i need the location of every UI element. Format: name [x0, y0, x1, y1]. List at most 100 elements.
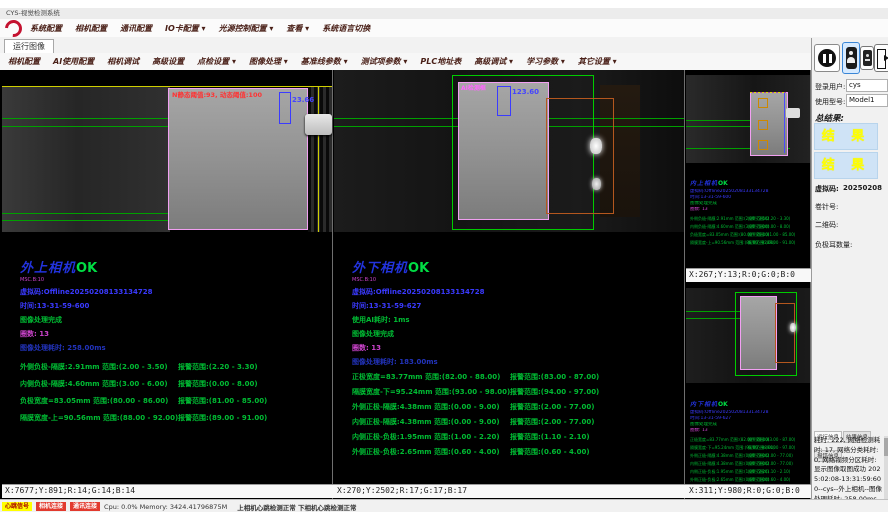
pause-button[interactable]	[814, 44, 840, 72]
left-camera-ok: OK	[76, 261, 97, 276]
thumb-bottom-text: 内下相机OK 虚拟码:Offline20250208133134728 时间:1…	[690, 391, 808, 483]
measurement-row: 负极宽度=83.05mm 范围:(80.00 - 86.00)报警范围:(81.…	[20, 396, 330, 406]
thumb-bright-spot	[790, 323, 796, 332]
window-title: CYS-视觉检测系统	[6, 9, 60, 17]
menu-io-config[interactable]: IO卡配置 ▾	[165, 23, 206, 34]
log-scrollbar-thumb[interactable]	[884, 438, 888, 456]
tool-baseline-params[interactable]: 基准线参数 ▾	[301, 56, 348, 67]
left-sub-label: MSC.B:10	[20, 277, 330, 283]
left-virtual-code: 虚拟码:Offline20250208133134728	[20, 287, 330, 297]
thumb-orange-roi	[775, 303, 795, 363]
center-sub-label: MSC.B:10	[352, 277, 682, 283]
tool-advanced-settings[interactable]: 高级设置	[152, 56, 184, 67]
left-green-line	[2, 213, 168, 214]
center-time: 时间:13-31-59-627	[352, 301, 682, 311]
center-orange-roi	[546, 98, 614, 214]
thumb-bottom-view[interactable]: 内下相机OK 虚拟码:Offline20250208133134728 时间:1…	[686, 283, 810, 484]
center-camera-ok: OK	[408, 261, 429, 276]
tool-camera-debug[interactable]: 相机调试	[107, 56, 139, 67]
thumb-bottom-cell	[740, 296, 777, 370]
center-done: 图像处理完成	[352, 329, 682, 339]
measurement-row: 外侧负极-隔膜:2.91mm 范围:(2.00 - 3.50)报警范围:(2.2…	[20, 362, 330, 372]
measurement-row: 隔膜宽度-下=95.24mm 范围:(93.00 - 98.00)报警范围:(9…	[352, 387, 682, 397]
thumb-bottom-coordinate-bar: X:311;Y:980;R:0;G:0;B:0	[686, 484, 813, 498]
toolbar: 相机配置 AI使用配置 相机调试 高级设置 点检设置 ▾ 图像处理 ▾ 基准线参…	[0, 53, 888, 71]
login-user-value[interactable]: cys	[846, 79, 888, 92]
virtual-code-value: 20250208	[843, 184, 882, 192]
thumb-green-line	[686, 318, 740, 319]
tool-learning-params[interactable]: 学习参数 ▾	[526, 56, 565, 67]
divider	[332, 70, 333, 499]
center-ai-roi-label: AI检测框	[461, 83, 486, 92]
tool-camera-config[interactable]: 相机配置	[8, 56, 40, 67]
window-bottom-strip	[0, 512, 888, 522]
model-value[interactable]: Model1	[846, 94, 888, 107]
thumb-green-line	[686, 120, 750, 121]
center-turns: 圈数: 13	[352, 343, 682, 353]
left-threshold-overlay: N静态阈值:93, 动态阈值:100	[172, 89, 262, 99]
left-image-machinery	[308, 86, 332, 232]
menu-camera-config[interactable]: 相机配置	[75, 23, 107, 34]
center-camera-image[interactable]: AI检测框 123.60	[334, 70, 684, 232]
qr-code-label: 二维码:	[815, 220, 838, 230]
menu-comm-config[interactable]: 通讯配置	[120, 23, 152, 34]
center-bright-spot	[592, 178, 601, 190]
left-yellow-line-v	[318, 86, 319, 232]
thumb-orange-roi	[758, 120, 768, 130]
center-result-block: 外下相机OK MSC.B:10 虚拟码:Offline2025020813313…	[352, 257, 682, 457]
left-camera-image[interactable]: N静态阈值:93, 动态阈值:100 23.66	[2, 86, 332, 232]
exit-button[interactable]	[874, 44, 888, 72]
thumb-top-camera-name: 内上相机	[690, 180, 718, 187]
left-result-block: 外上相机OK MSC.B:10 虚拟码:Offline2025020813313…	[20, 257, 330, 423]
model-label: 使用型号:	[815, 97, 845, 107]
left-turns: 圈数: 13	[20, 329, 330, 339]
thumb-green-line	[686, 311, 740, 312]
menu-view[interactable]: 查看 ▾	[286, 23, 309, 34]
app-window: CYS-视觉检测系统 系统配置 相机配置 通讯配置 IO卡配置 ▾ 光源控制配置…	[0, 0, 888, 522]
cpu-memory-status: Cpu: 0.0% Memory: 3424.41796875M	[104, 503, 227, 511]
menu-light-config[interactable]: 光源控制配置 ▾	[219, 23, 274, 34]
measurement-row: 内侧正极-隔膜:4.38mm 范围:(0.00 - 9.00)报警范围:(2.0…	[352, 417, 682, 427]
settings-button[interactable]	[860, 46, 874, 70]
thumb-top-text: 内上相机OK 虚拟码:Offline20250208133134728 时间:1…	[690, 170, 808, 246]
center-coordinate-bar: X:270;Y:2502;R:17;G:17;B:17	[334, 484, 687, 498]
center-camera-name: 外下相机	[352, 261, 408, 276]
thumb-top-view[interactable]: 内上相机OK 虚拟码:Offline20250208133134728 时间:1…	[686, 70, 810, 268]
tool-test-params[interactable]: 测试项参数 ▾	[361, 56, 408, 67]
left-yellow-line-h	[2, 86, 332, 87]
left-tab-clip	[305, 114, 332, 135]
divider	[684, 70, 685, 499]
left-camera-name: 外上相机	[20, 261, 76, 276]
menu-system-config[interactable]: 系统配置	[30, 23, 62, 34]
window-titlebar: CYS-视觉检测系统	[0, 8, 888, 19]
right-control-panel: 登录用户: cys 使用型号: Model1 总结果: 结 果 结 果 虚拟码:…	[811, 38, 888, 512]
heartbeat-indicator: 心跳信号	[2, 502, 32, 511]
thumb-orange-roi	[758, 140, 768, 150]
virtual-code-label: 虚拟码:	[815, 184, 839, 194]
thumb-blue-line	[784, 93, 785, 153]
tool-image-processing[interactable]: 图像处理 ▾	[249, 56, 288, 67]
tab-run-image[interactable]: 运行图像	[4, 39, 54, 54]
log-scrollbar[interactable]	[884, 436, 888, 508]
tool-advanced-debug[interactable]: 高级调试 ▾	[474, 56, 513, 67]
tool-spotcheck-settings[interactable]: 点检设置 ▾	[197, 56, 236, 67]
measurement-row: 内侧正极-负极:1.95mm 范围:(1.00 - 2.20)报警范围:(1.1…	[352, 432, 682, 442]
left-elapsed: 图像处理耗时: 258.00ms	[20, 343, 330, 353]
measurement-row: 正极宽度=83.77mm 范围:(82.00 - 88.00)报警范围:(83.…	[352, 372, 682, 382]
tool-plc-address[interactable]: PLC地址表	[420, 56, 461, 67]
left-measure-roi	[279, 92, 291, 124]
negative-tab-count-label: 负极耳数量:	[815, 240, 852, 250]
login-user-button[interactable]	[842, 42, 860, 74]
center-virtual-code: 虚拟码:Offline20250208133134728	[352, 287, 682, 297]
tool-other-settings[interactable]: 其它设置 ▾	[578, 56, 617, 67]
thumb-top-dashes	[750, 92, 786, 93]
comm-link-indicator: 通讯连接	[70, 502, 100, 511]
thumb-bottom-camera-name: 内下相机	[690, 401, 718, 408]
thumb-tab-clip	[786, 108, 800, 118]
tool-ai-config[interactable]: AI使用配置	[53, 56, 94, 67]
menu-language[interactable]: 系统语言切换	[322, 23, 370, 34]
center-bright-spot	[590, 138, 602, 154]
exit-door-icon	[877, 49, 888, 67]
center-elapsed: 图像处理耗时: 183.00ms	[352, 357, 682, 367]
pause-icon	[818, 49, 836, 67]
